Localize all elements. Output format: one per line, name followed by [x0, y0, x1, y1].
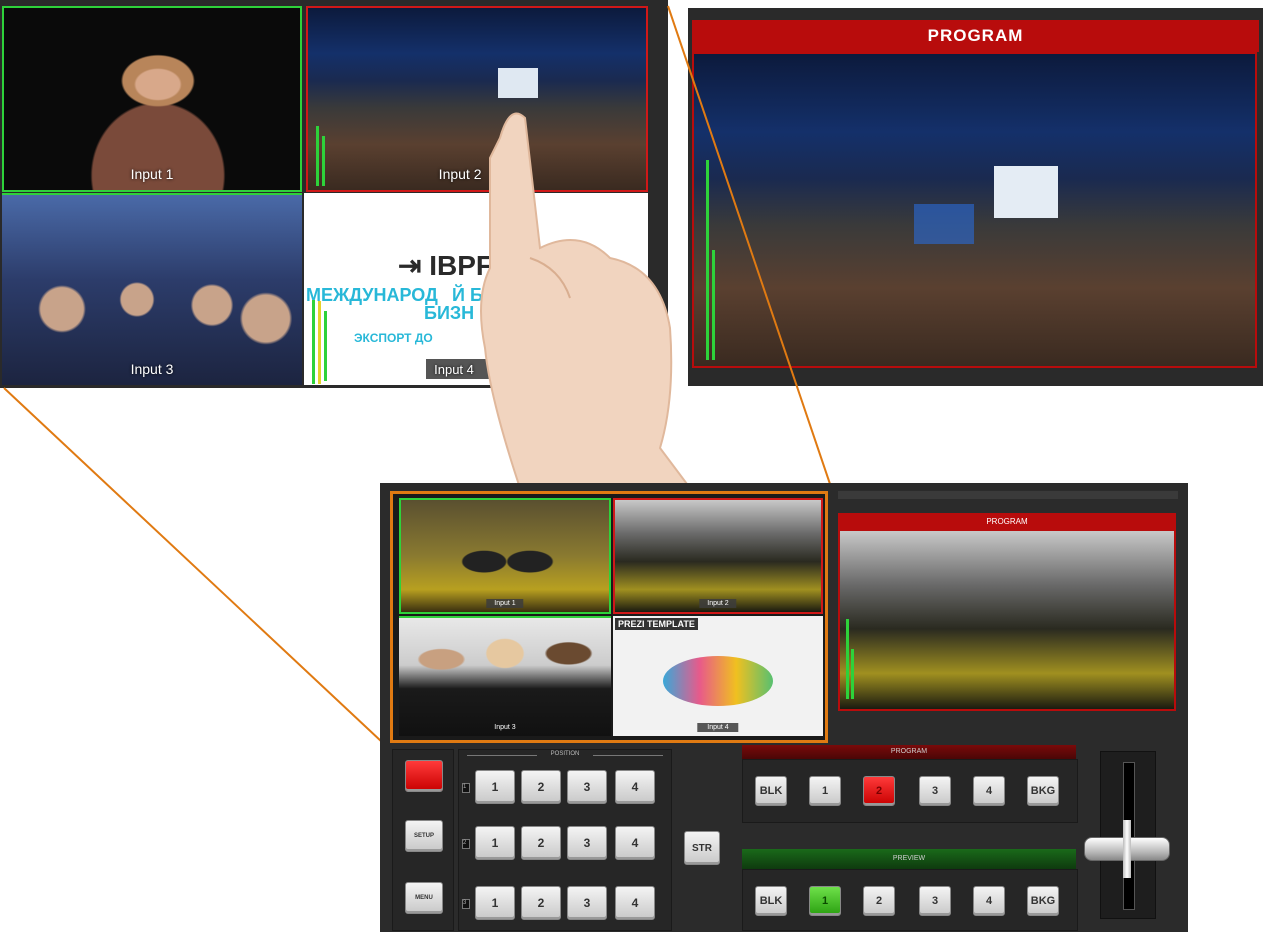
- program-button-4[interactable]: 4: [973, 776, 1005, 806]
- position-r2-button-1[interactable]: 1: [475, 826, 515, 860]
- position-r1-button-3[interactable]: 3: [567, 770, 607, 804]
- side-button-setup[interactable]: SETUP: [405, 820, 443, 852]
- program-button-3[interactable]: 3: [919, 776, 951, 806]
- position-r2-button-2[interactable]: 2: [521, 826, 561, 860]
- position-group: POSITION 1 2 3 1 2 3 4 1 2 3 4 1 2 3 4: [458, 749, 672, 931]
- position-r1-button-2[interactable]: 2: [521, 770, 561, 804]
- panel-multiview: Input 1 Input 2 Input 3 PREZI TEMPLATE I…: [390, 491, 828, 743]
- panel-input-3[interactable]: Input 3: [399, 616, 611, 736]
- program-bus: BLK 1 2 3 4 BKG: [742, 759, 1078, 823]
- position-row-tag-1: 1: [462, 783, 470, 793]
- panel-program-image: [838, 529, 1176, 711]
- panel-slide-title: PREZI TEMPLATE: [615, 618, 698, 630]
- position-row-tag-3: 3: [462, 899, 470, 909]
- preview-button-1[interactable]: 1: [809, 886, 841, 916]
- panel-input-1[interactable]: Input 1: [399, 498, 611, 614]
- panel-input-2[interactable]: Input 2: [613, 498, 823, 614]
- position-row-tag-2: 2: [462, 839, 470, 849]
- position-r3-button-3[interactable]: 3: [567, 886, 607, 920]
- str-button[interactable]: STR: [684, 831, 720, 865]
- program-button-blk[interactable]: BLK: [755, 776, 787, 806]
- position-r3-button-1[interactable]: 1: [475, 886, 515, 920]
- vu-meter: [846, 619, 849, 699]
- panel-input-4-label: Input 4: [697, 723, 739, 732]
- pointing-hand: [460, 98, 700, 489]
- preview-button-4[interactable]: 4: [973, 886, 1005, 916]
- panel-input-4[interactable]: PREZI TEMPLATE Input 4: [613, 616, 823, 736]
- panel-slide-graphic: [663, 656, 773, 706]
- preview-button-blk[interactable]: BLK: [755, 886, 787, 916]
- preview-button-bkg[interactable]: BKG: [1027, 886, 1059, 916]
- position-r2-button-4[interactable]: 4: [615, 826, 655, 860]
- panel-program-header: PROGRAM: [838, 513, 1176, 529]
- program-bus-title: PROGRAM: [742, 745, 1076, 759]
- preview-button-2[interactable]: 2: [863, 886, 895, 916]
- panel-input-3-label: Input 3: [494, 724, 516, 731]
- position-r1-button-4[interactable]: 4: [615, 770, 655, 804]
- preview-bus-title: PREVIEW: [742, 849, 1076, 869]
- tbar-handle-stem: [1123, 820, 1131, 878]
- switcher-panel: Input 1 Input 2 Input 3 PREZI TEMPLATE I…: [380, 483, 1188, 932]
- tbar-handle[interactable]: [1084, 820, 1170, 878]
- position-r3-button-2[interactable]: 2: [521, 886, 561, 920]
- panel-input-1-label: Input 1: [486, 599, 524, 608]
- side-button-menu[interactable]: MENU: [405, 882, 443, 914]
- vu-meter: [851, 649, 854, 699]
- program-button-bkg[interactable]: BKG: [1027, 776, 1059, 806]
- panel-input-2-label: Input 2: [699, 599, 737, 608]
- position-title-line: [593, 755, 663, 756]
- position-r1-button-1[interactable]: 1: [475, 770, 515, 804]
- preview-bus: BLK 1 2 3 4 BKG: [742, 869, 1078, 931]
- side-button-live[interactable]: [405, 760, 443, 792]
- side-button-group: SETUP MENU: [392, 749, 454, 931]
- position-title-line: [467, 755, 537, 756]
- preview-button-3[interactable]: 3: [919, 886, 951, 916]
- position-r3-button-4[interactable]: 4: [615, 886, 655, 920]
- position-r2-button-3[interactable]: 3: [567, 826, 607, 860]
- panel-program-bar-top: [838, 491, 1178, 499]
- program-button-2[interactable]: 2: [863, 776, 895, 806]
- program-button-1[interactable]: 1: [809, 776, 841, 806]
- position-title: POSITION: [550, 751, 580, 757]
